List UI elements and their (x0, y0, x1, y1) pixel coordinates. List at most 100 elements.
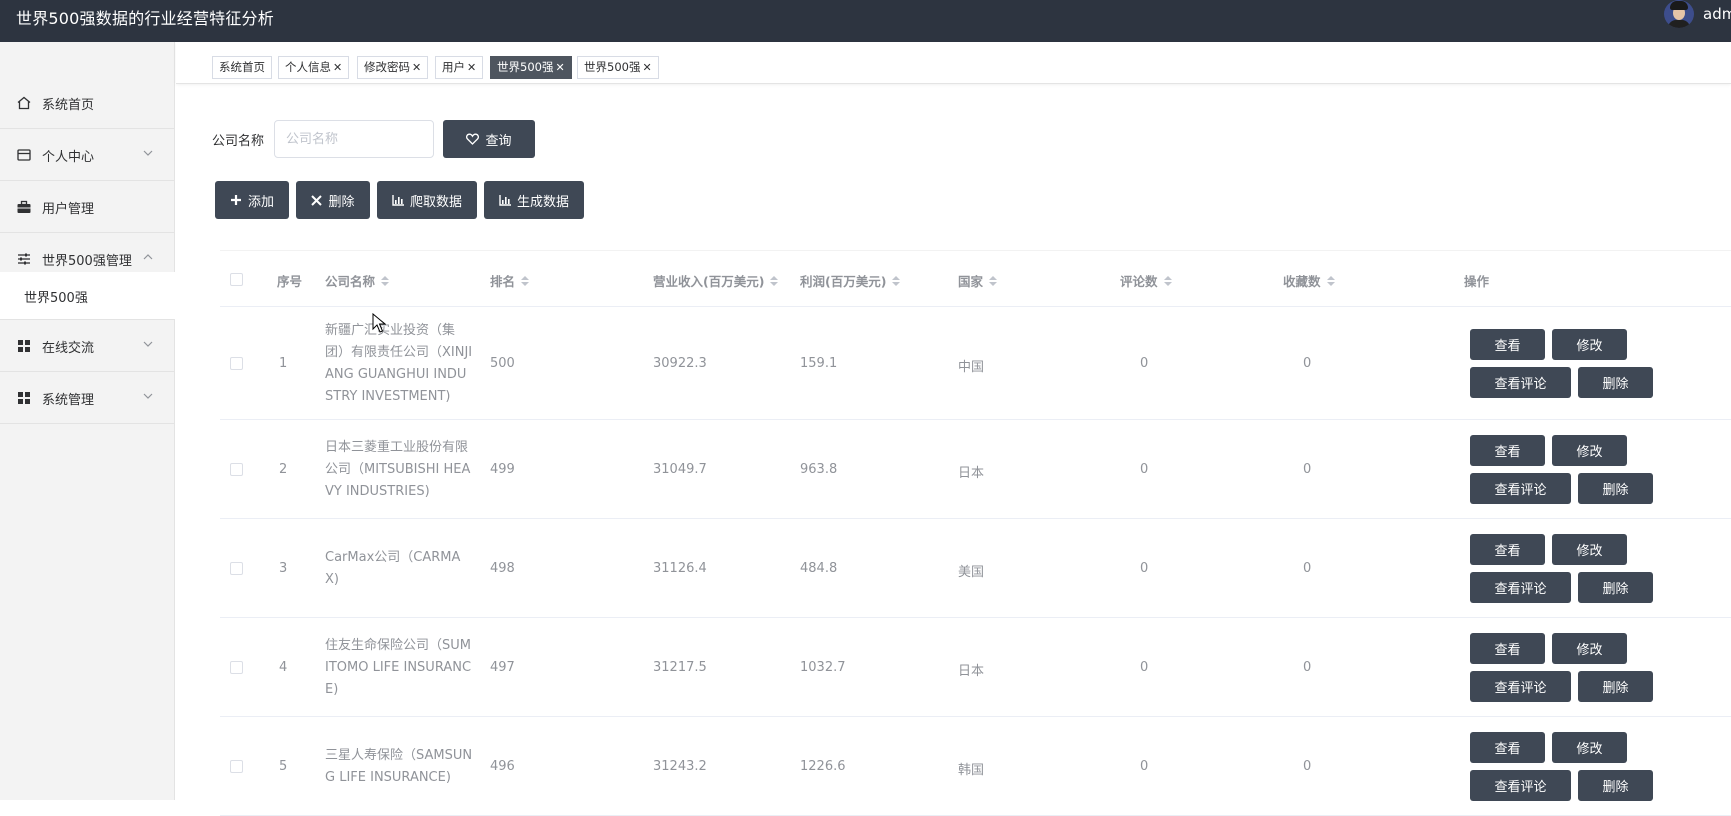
sidebar-item-label: 个人中心 (42, 150, 95, 165)
cell-revenue: 31126.4 (653, 561, 707, 576)
edit-button[interactable]: 修改 (1552, 534, 1627, 565)
cell-rank: 499 (490, 462, 515, 477)
cell-favorites: 0 (1303, 660, 1312, 675)
cell-favorites: 0 (1303, 356, 1312, 371)
tab-change-password[interactable]: 修改密码 ✕ (357, 56, 429, 79)
query-button[interactable]: 查询 (443, 120, 535, 158)
row-checkbox[interactable] (230, 357, 243, 370)
cell-revenue: 31049.7 (653, 462, 707, 477)
sidebar-item-label: 系统管理 (42, 393, 95, 408)
header-profit[interactable]: 利润(百万美元) (800, 271, 901, 290)
close-icon[interactable]: ✕ (333, 61, 342, 74)
row-checkbox[interactable] (230, 463, 243, 476)
cell-index: 4 (279, 660, 288, 675)
sidebar-item-user-management[interactable]: 用户管理 (0, 181, 175, 233)
cell-company-name: 三星人寿保险（SAMSUNG LIFE INSURANCE) (325, 748, 473, 785)
cell-company-name: 日本三菱重工业股份有限公司（MITSUBISHI HEAVY INDUSTRIE… (325, 440, 471, 499)
view-button[interactable]: 查看 (1470, 732, 1545, 763)
username[interactable]: admin (1703, 5, 1731, 23)
view-button[interactable]: 查看 (1470, 633, 1545, 664)
view-button[interactable]: 查看 (1470, 329, 1545, 360)
tab-top500[interactable]: 世界500强 ✕ (577, 56, 659, 79)
edit-button[interactable]: 修改 (1552, 435, 1627, 466)
tab-personal-info[interactable]: 个人信息 ✕ (278, 56, 350, 79)
cell-revenue: 31243.2 (653, 759, 707, 774)
header-comments[interactable]: 评论数 (1120, 271, 1172, 290)
view-button[interactable]: 查看 (1470, 534, 1545, 565)
tab-users[interactable]: 用户 ✕ (435, 56, 484, 79)
edit-button[interactable]: 修改 (1552, 633, 1627, 664)
sidebar-subitem-top500[interactable]: 世界500强 (0, 272, 175, 320)
view-button[interactable]: 查看 (1470, 435, 1545, 466)
sidebar-item-system-management[interactable]: 系统管理 (0, 372, 175, 424)
cell-comments: 0 (1140, 356, 1149, 371)
header-index: 序号 (277, 274, 303, 289)
row-delete-button[interactable]: 删除 (1578, 473, 1653, 504)
sort-icon (770, 276, 779, 287)
close-icon[interactable]: ✕ (555, 61, 564, 74)
cell-index: 2 (279, 462, 288, 477)
row-delete-button[interactable]: 删除 (1578, 770, 1653, 801)
chevron-up-icon (143, 254, 153, 260)
sidebar-item-home[interactable]: 系统首页 (0, 77, 175, 129)
row-checkbox[interactable] (230, 760, 243, 773)
edit-button[interactable]: 修改 (1552, 732, 1627, 763)
sidebar-item-personal-center[interactable]: 个人中心 (0, 129, 175, 181)
select-all-checkbox[interactable] (230, 273, 243, 286)
delete-button[interactable]: 删除 (296, 181, 370, 219)
tab-home[interactable]: 系统首页 (212, 56, 272, 79)
crawl-data-button[interactable]: 爬取数据 (377, 181, 477, 219)
sidebar-subitem-label: 世界500强 (24, 291, 88, 306)
table-row: 2 日本三菱重工业股份有限公司（MITSUBISHI HEAVY INDUSTR… (220, 420, 1731, 519)
grid-icon (18, 340, 30, 352)
bar-chart-icon (499, 194, 511, 206)
top-bar: 世界500强数据的行业经营特征分析 admin (0, 0, 1731, 42)
sort-icon (521, 276, 530, 287)
sliders-icon (18, 253, 30, 265)
close-icon[interactable]: ✕ (467, 61, 476, 74)
home-icon (17, 96, 31, 110)
row-delete-button[interactable]: 删除 (1578, 671, 1653, 702)
add-button[interactable]: 添加 (215, 181, 289, 219)
cell-index: 1 (279, 356, 288, 371)
view-comments-button[interactable]: 查看评论 (1470, 367, 1571, 398)
view-comments-button[interactable]: 查看评论 (1470, 770, 1571, 801)
header-revenue[interactable]: 营业收入(百万美元) (653, 271, 779, 290)
plus-icon (230, 195, 241, 205)
cell-company-name: 新疆广汇实业投资（集团）有限责任公司（XINJIANG GUANGHUI IND… (325, 323, 473, 404)
cell-comments: 0 (1140, 561, 1149, 576)
bar-chart-icon (392, 194, 404, 206)
chevron-down-icon (143, 393, 153, 399)
cell-favorites: 0 (1303, 759, 1312, 774)
user-avatar[interactable] (1664, 0, 1694, 28)
view-comments-button[interactable]: 查看评论 (1470, 671, 1571, 702)
cell-country: 美国 (958, 565, 985, 580)
row-checkbox[interactable] (230, 562, 243, 575)
cell-index: 5 (279, 759, 288, 774)
cell-profit: 159.1 (800, 356, 838, 371)
header-rank[interactable]: 排名 (490, 271, 530, 290)
view-comments-button[interactable]: 查看评论 (1470, 572, 1571, 603)
cell-company-name: 住友生命保险公司（SUMITOMO LIFE INSURANCE) (325, 638, 472, 697)
close-icon[interactable]: ✕ (642, 61, 651, 74)
header-company-name[interactable]: 公司名称 (325, 271, 390, 290)
header-favorites[interactable]: 收藏数 (1283, 271, 1335, 290)
cell-country: 日本 (958, 466, 985, 481)
search-label: 公司名称 (212, 134, 265, 149)
generate-data-button[interactable]: 生成数据 (484, 181, 584, 219)
table-row: 3 CarMax公司（CARMAX) 498 31126.4 484.8 美国 … (220, 519, 1731, 618)
edit-button[interactable]: 修改 (1552, 329, 1627, 360)
sidebar-item-label: 用户管理 (42, 202, 95, 217)
row-checkbox[interactable] (230, 661, 243, 674)
header-country[interactable]: 国家 (958, 271, 998, 290)
cell-rank: 500 (490, 356, 515, 371)
tab-top500-active[interactable]: 世界500强 ✕ (490, 56, 572, 79)
sidebar-item-online-chat[interactable]: 在线交流 (0, 320, 175, 372)
view-comments-button[interactable]: 查看评论 (1470, 473, 1571, 504)
company-name-search-input[interactable] (274, 120, 434, 158)
row-delete-button[interactable]: 删除 (1578, 572, 1653, 603)
grid-icon (18, 392, 30, 404)
close-icon[interactable]: ✕ (412, 61, 421, 74)
header-actions: 操作 (1464, 274, 1490, 289)
row-delete-button[interactable]: 删除 (1578, 367, 1653, 398)
